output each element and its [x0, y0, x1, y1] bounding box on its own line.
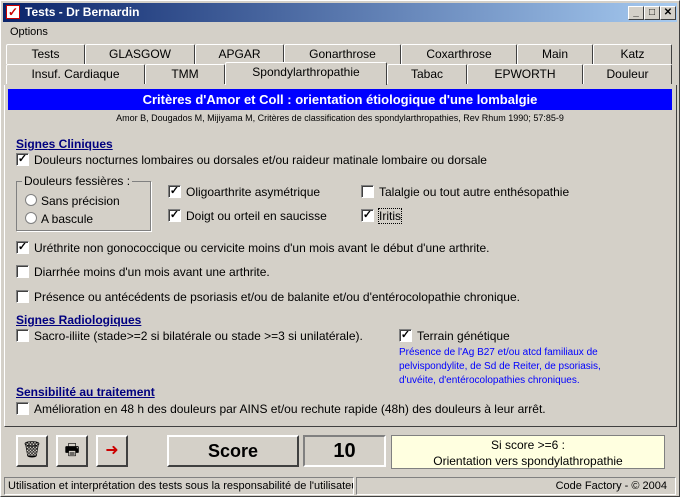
amelioration-label: Amélioration en 48 h des douleurs par AI…	[34, 402, 546, 416]
sans-precision-label: Sans précision	[41, 194, 120, 208]
radio-circle[interactable]	[25, 194, 37, 206]
urethrite-label: Uréthrite non gonococcique ou cervicite …	[34, 241, 490, 255]
checkbox-box[interactable]	[16, 265, 29, 278]
terrain-genetique-note: Présence de l'Ag B27 et/ou atcd familiau…	[399, 346, 629, 388]
status-disclaimer: Utilisation et interprétation des tests …	[4, 477, 354, 495]
delete-button[interactable]: 🗑	[16, 435, 48, 467]
douleurs-fessieres-group: Douleurs fessières : Sans précision A ba…	[16, 174, 151, 231]
tab-tabac[interactable]: Tabac	[387, 64, 467, 84]
app-window: ✓ Tests - Dr Bernardin _ □ ✕ Options Tes…	[0, 0, 680, 497]
tab-tmm[interactable]: TMM	[145, 64, 225, 84]
tab-spondylarthropathie[interactable]: Spondylarthropathie	[225, 62, 387, 85]
terrain-genetique-label: Terrain génétique	[417, 329, 510, 343]
tab-coxarthrose[interactable]: Coxarthrose	[401, 44, 517, 64]
tab-main[interactable]: Main	[517, 44, 593, 64]
minimize-button[interactable]: _	[628, 6, 644, 20]
douleurs-nocturnes-label: Douleurs nocturnes lombaires ou dorsales…	[34, 153, 487, 167]
checkbox-box[interactable]	[16, 402, 29, 415]
sacro-iliite-label: Sacro-iliite (stade>=2 si bilatérale ou …	[34, 329, 363, 343]
window-title: Tests - Dr Bernardin	[25, 5, 140, 19]
checkbox-box[interactable]: ✓	[168, 209, 181, 222]
checkbox-box[interactable]: ✓	[16, 153, 29, 166]
checkbox-app-icon: ✓	[6, 5, 20, 19]
note-line: d'uvéite, d'entérocolopathies chroniques…	[399, 375, 580, 386]
checkbox-box[interactable]: ✓	[361, 209, 374, 222]
tab-glasgow[interactable]: GLASGOW	[85, 44, 195, 64]
doigt-saucisse-label: Doigt ou orteil en saucisse	[186, 209, 327, 223]
maximize-button[interactable]: □	[644, 6, 660, 20]
checkbox-box[interactable]	[16, 329, 29, 342]
checkbox-box[interactable]: ✓	[16, 241, 29, 254]
talalgie-label: Talalgie ou tout autre enthésopathie	[379, 185, 570, 199]
printer-icon: 🖶	[64, 442, 80, 459]
checkbox-box[interactable]: ✓	[399, 329, 412, 342]
checkbox-box[interactable]: ✓	[168, 185, 181, 198]
note-line: Présence de l'Ag B27 et/ou atcd familiau…	[399, 347, 598, 358]
section-clinical-title: Signes Cliniques	[16, 137, 113, 151]
tab-douleur[interactable]: Douleur	[583, 64, 672, 84]
print-button[interactable]: 🖶	[56, 435, 88, 467]
radio-circle[interactable]	[25, 212, 37, 224]
menu-bar: Options	[3, 23, 677, 41]
menu-options[interactable]: Options	[10, 26, 48, 38]
page-title: Critères d'Amor et Coll : orientation ét…	[8, 89, 672, 110]
tab-insuf-cardiaque[interactable]: Insuf. Cardiaque	[6, 64, 145, 84]
result-line-1: Si score >=6 :	[490, 438, 566, 452]
score-value: 10	[303, 435, 386, 467]
tab-apgar[interactable]: APGAR	[195, 44, 284, 64]
tab-tests[interactable]: Tests	[6, 44, 85, 64]
tab-epworth[interactable]: EPWORTH	[467, 64, 583, 84]
trash-icon: 🗑	[21, 442, 43, 459]
tab-katz[interactable]: Katz	[593, 44, 672, 64]
close-button[interactable]: ✕	[660, 6, 676, 20]
psoriasis-label: Présence ou antécédents de psoriasis et/…	[34, 290, 520, 304]
exit-door-icon: ➜	[105, 442, 119, 459]
iritis-label: Iritis	[378, 208, 402, 224]
score-interpretation: Si score >=6 : Orientation vers spondyla…	[391, 435, 665, 469]
status-copyright: Code Factory - © 2004	[356, 477, 676, 495]
title-bar: ✓ Tests - Dr Bernardin _ □ ✕	[3, 3, 677, 22]
douleurs-fessieres-legend: Douleurs fessières :	[22, 174, 133, 188]
result-line-2: Orientation vers spondylathropathie	[433, 454, 623, 468]
score-button[interactable]: Score	[167, 435, 299, 467]
exit-button[interactable]: ➜	[96, 435, 128, 467]
oligoarthrite-label: Oligoarthrite asymétrique	[186, 185, 321, 199]
checkbox-box[interactable]	[16, 290, 29, 303]
diarrhee-label: Diarrhée moins d'un mois avant une arthr…	[34, 265, 270, 279]
section-radio-title: Signes Radiologiques	[16, 313, 142, 327]
note-line: pelvispondylite, de Sd de Reiter, de pso…	[399, 361, 601, 372]
reference-citation: Amor B, Dougados M, Mijiyama M, Critères…	[116, 113, 564, 123]
a-bascule-label: A bascule	[41, 212, 94, 226]
tab-gonarthrose[interactable]: Gonarthrose	[284, 44, 401, 64]
section-treatment-title: Sensibilité au traitement	[16, 385, 155, 399]
checkbox-box[interactable]	[361, 185, 374, 198]
